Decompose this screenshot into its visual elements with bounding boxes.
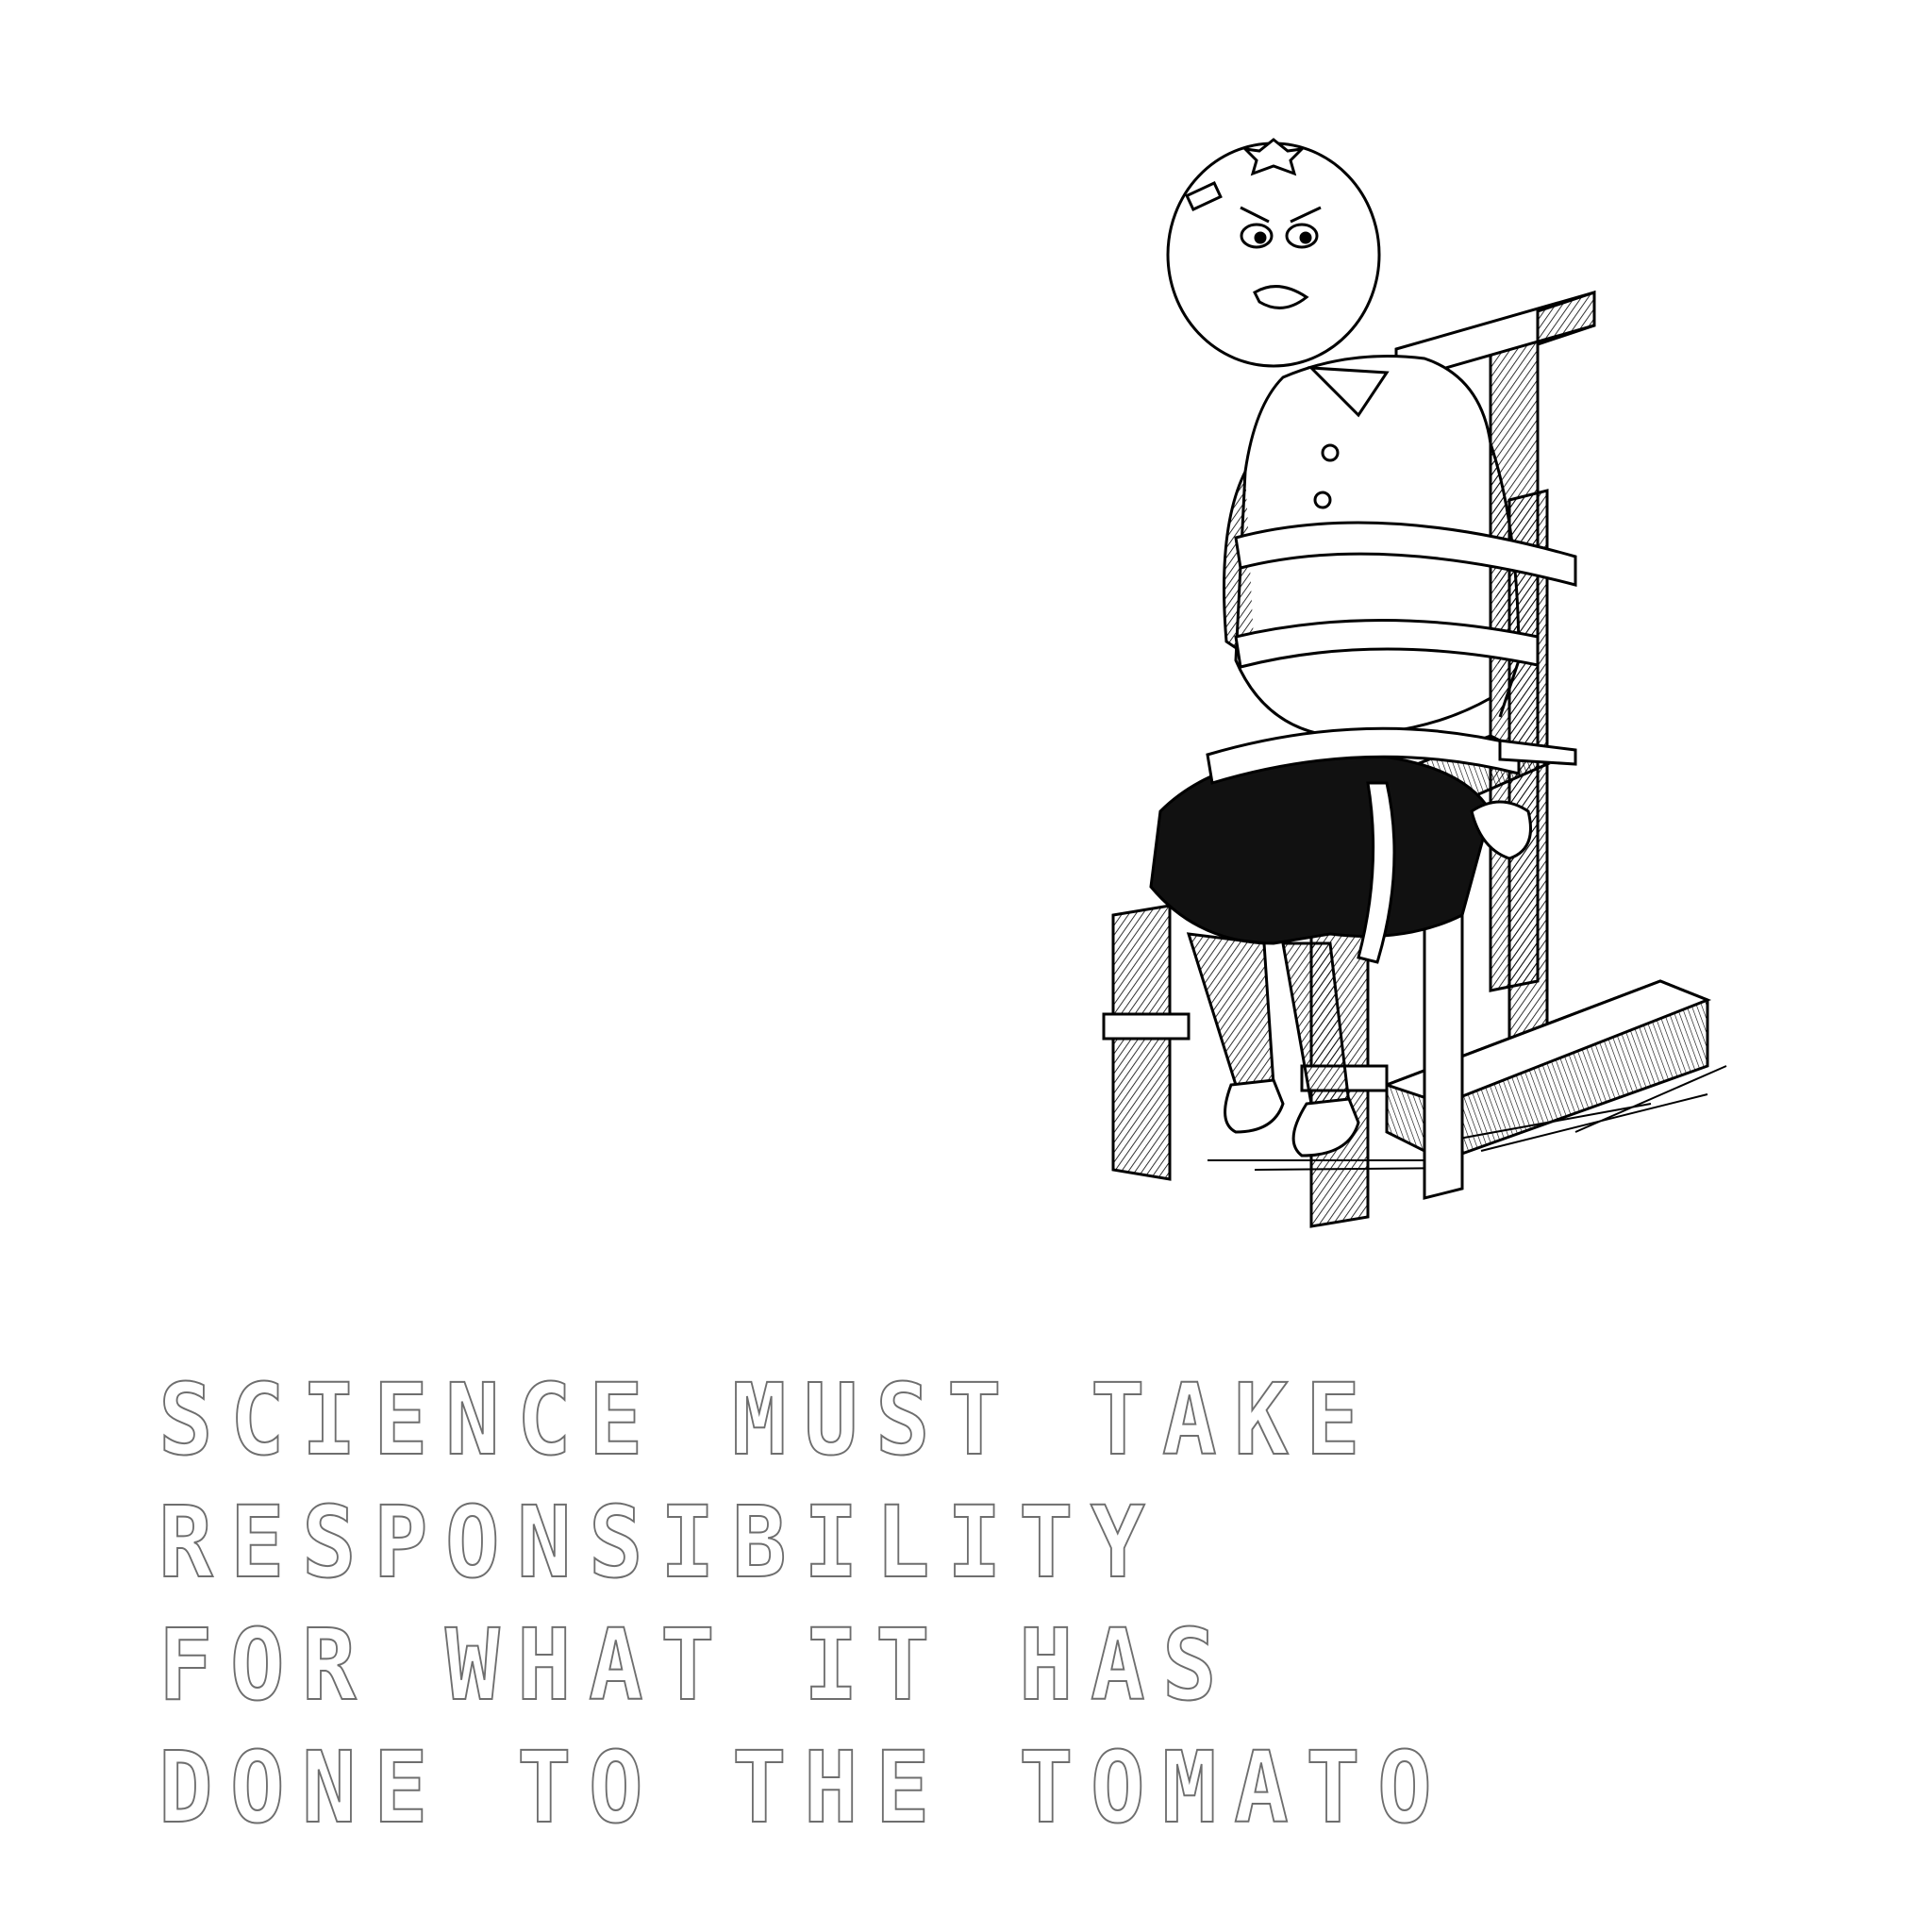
caption-line-4: DONE TO THE TOMATO [158, 1729, 1450, 1846]
engraving-drawing [1102, 138, 1727, 1228]
tomato-chair-illustration [1047, 132, 1764, 1264]
caption-line-2: RESPONSIBILITY [158, 1484, 1163, 1601]
tomato-head-icon [1166, 138, 1381, 368]
caption-line-3: FOR WHAT IT HAS [158, 1607, 1235, 1724]
caption-line-1: SCIENCE MUST TAKE [158, 1361, 1378, 1478]
caption-text-block: SCIENCE MUST TAKE RESPONSIBILITY FOR WHA… [158, 1358, 1574, 1849]
